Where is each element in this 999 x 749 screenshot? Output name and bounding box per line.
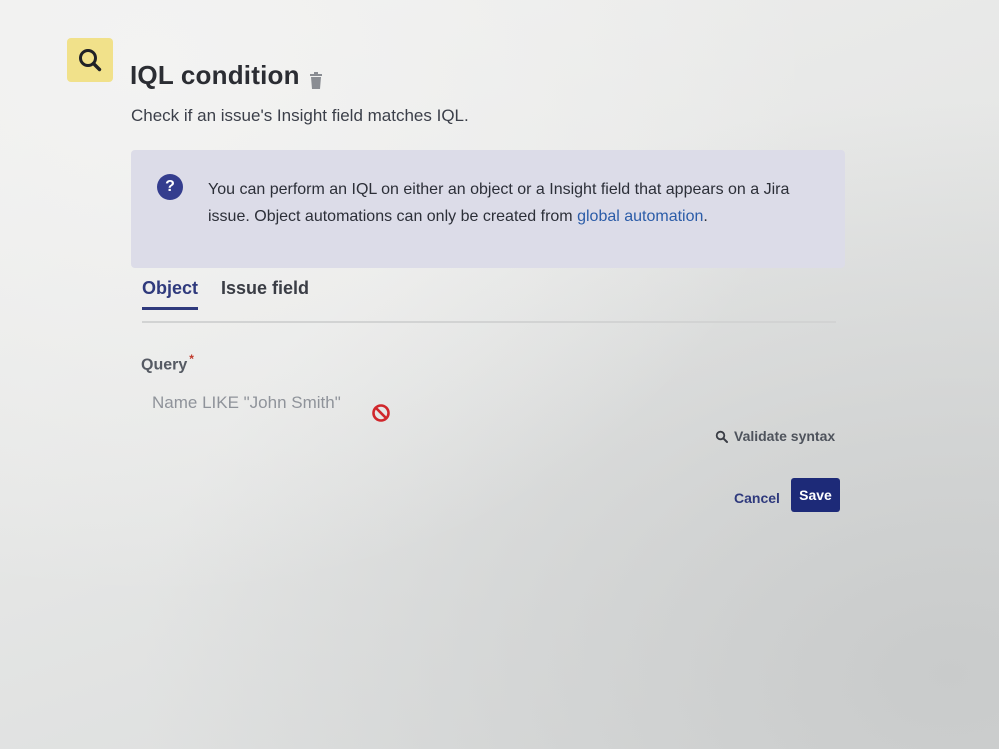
query-input[interactable] [142,388,380,418]
block-icon [372,404,390,422]
search-icon [715,430,728,443]
iql-condition-form: IQL condition Check if an issue's Insigh… [0,0,999,749]
cancel-button[interactable]: Cancel [728,484,786,512]
info-panel: ? You can perform an IQL on either an ob… [131,150,845,268]
condition-type-badge [67,38,113,82]
info-message: You can perform an IQL on either an obje… [208,176,828,230]
info-text-end: . [703,208,708,225]
search-icon [79,49,102,72]
required-marker: * [189,352,194,366]
tab-object[interactable]: Object [142,278,199,310]
tab-bar: Object Issue field [142,276,836,323]
query-label: Query * [141,352,194,374]
tab-issue-field[interactable]: Issue field [221,278,309,307]
trash-icon[interactable] [308,72,324,90]
page-title: IQL condition [130,60,300,90]
save-button[interactable]: Save [791,478,840,512]
query-label-text: Query [141,356,188,374]
global-automation-link[interactable]: global automation [577,208,703,225]
validate-syntax-label: Validate syntax [734,428,836,444]
page-description: Check if an issue's Insight field matche… [131,106,469,125]
validate-syntax-button[interactable]: Validate syntax [715,428,835,444]
help-icon: ? [157,174,183,200]
